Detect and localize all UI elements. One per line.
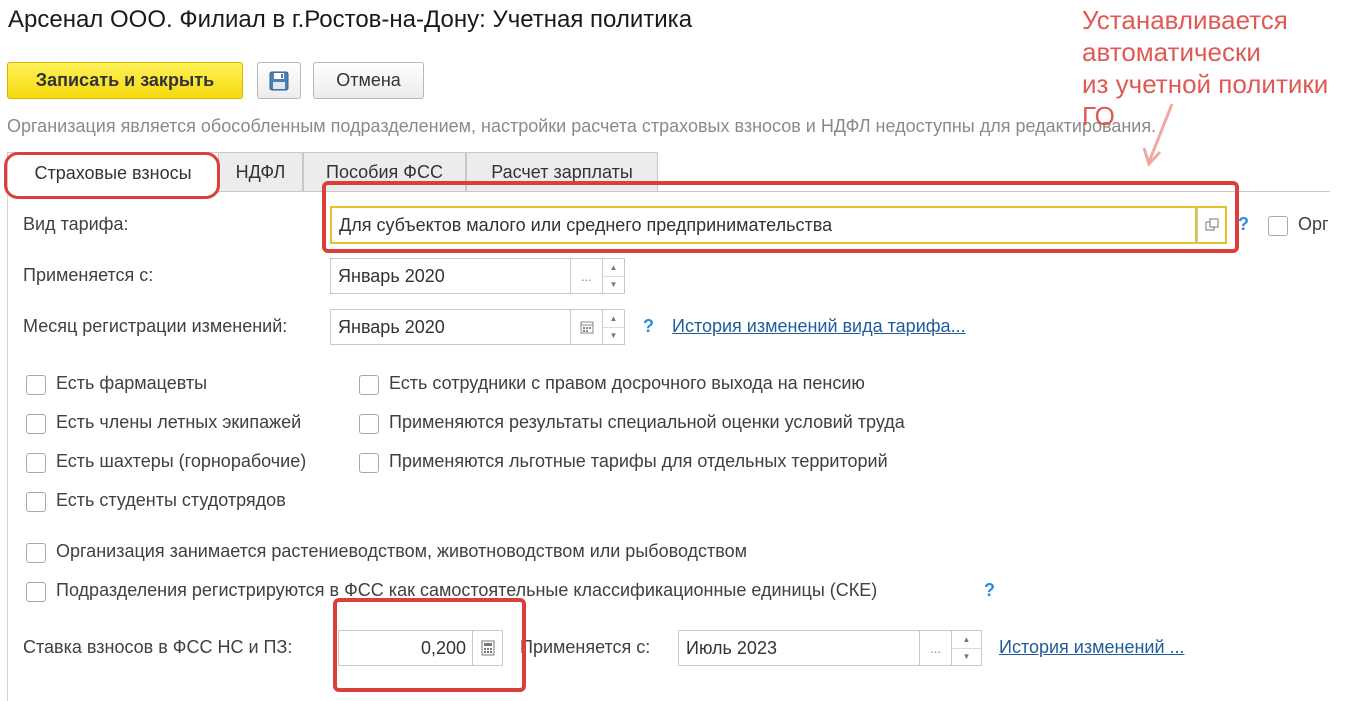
checkbox-label: Есть шахтеры (горнорабочие) xyxy=(56,451,307,471)
tab-ndfl[interactable]: НДФЛ xyxy=(218,152,303,192)
stepper-down-icon[interactable]: ▼ xyxy=(603,328,624,345)
annotation-line: ГО xyxy=(1082,101,1115,131)
checkbox-label: Организация занимается растениеводством,… xyxy=(56,541,748,561)
fss-history-link[interactable]: История изменений ... xyxy=(999,637,1185,658)
registration-month-stepper[interactable]: ▲ ▼ xyxy=(603,309,625,345)
tariff-history-link[interactable]: История изменений вида тарифа... xyxy=(672,316,966,337)
checkbox-label: Есть фармацевты xyxy=(56,373,208,393)
annotation-text: Устанавливается автоматически из учетной… xyxy=(1082,4,1328,132)
checkbox-agriculture[interactable] xyxy=(26,543,46,563)
stepper-down-icon[interactable]: ▼ xyxy=(603,277,624,294)
cancel-button[interactable]: Отмена xyxy=(313,62,424,99)
checkbox-label: Применяются льготные тарифы для отдельны… xyxy=(389,451,888,471)
annotation-arrow xyxy=(1142,103,1174,167)
fss-applies-field[interactable]: Июль 2023 xyxy=(678,630,920,666)
stepper-up-icon[interactable]: ▲ xyxy=(603,259,624,277)
fss-applies-select-button[interactable]: ... xyxy=(920,630,952,666)
registration-month-label: Месяц регистрации изменений: xyxy=(23,316,288,336)
checkbox-label: Есть сотрудники с правом досрочного выхо… xyxy=(389,373,865,393)
applies-from-label: Применяется с: xyxy=(23,265,154,285)
annotation-highlight-tariff xyxy=(322,181,1239,253)
checkbox-preferential-territories[interactable] xyxy=(359,453,379,473)
fss-rate-label: Ставка взносов в ФСС НС и ПЗ: xyxy=(23,637,293,657)
registration-help-icon[interactable]: ? xyxy=(643,316,654,337)
stepper-up-icon[interactable]: ▲ xyxy=(952,631,981,649)
registration-month-field[interactable]: Январь 2020 xyxy=(330,309,571,345)
annotation-highlight-tab xyxy=(4,152,220,199)
checkbox-ske[interactable] xyxy=(26,582,46,602)
checkbox-label: Есть члены летных экипажей xyxy=(56,412,302,432)
applies-from-select-button[interactable]: ... xyxy=(571,258,603,294)
tariff-help-icon[interactable]: ? xyxy=(1238,214,1249,235)
tariff-label: Вид тарифа: xyxy=(23,214,129,234)
save-and-close-button[interactable]: Записать и закрыть xyxy=(7,62,243,99)
fss-applies-label: Применяется с: xyxy=(520,637,651,657)
extra-checkbox[interactable] xyxy=(1268,216,1288,236)
ske-help-icon[interactable]: ? xyxy=(984,580,995,601)
fss-applies-stepper[interactable]: ▲ ▼ xyxy=(952,630,982,666)
floppy-disk-icon xyxy=(269,71,289,90)
info-message: Организация является обособленным подраз… xyxy=(7,116,1157,136)
extra-checkbox-label: Орг xyxy=(1298,214,1329,234)
calendar-icon xyxy=(580,321,593,334)
stepper-up-icon[interactable]: ▲ xyxy=(603,310,624,328)
checkbox-label: Есть студенты студотрядов xyxy=(56,490,286,510)
checkbox-special-assessment[interactable] xyxy=(359,414,379,434)
annotation-line: из учетной политики xyxy=(1082,69,1329,99)
page-title: Арсенал ООО. Филиал в г.Ростов-на-Дону: … xyxy=(8,6,693,33)
applies-from-field[interactable]: Январь 2020 xyxy=(330,258,571,294)
annotation-line: Устанавливается xyxy=(1082,5,1288,35)
stepper-down-icon[interactable]: ▼ xyxy=(952,649,981,666)
applies-from-stepper[interactable]: ▲ ▼ xyxy=(603,258,625,294)
checkbox-students[interactable] xyxy=(26,492,46,512)
save-button[interactable] xyxy=(257,62,301,99)
checkbox-label: Применяются результаты специальной оценк… xyxy=(389,412,905,432)
annotation-line: автоматически xyxy=(1082,37,1261,67)
annotation-highlight-rate xyxy=(333,598,526,692)
checkbox-miners[interactable] xyxy=(26,453,46,473)
checkbox-pharmacists[interactable] xyxy=(26,375,46,395)
checkbox-early-retirement[interactable] xyxy=(359,375,379,395)
checkbox-flight-crew[interactable] xyxy=(26,414,46,434)
panel-border xyxy=(7,191,8,701)
calendar-button[interactable] xyxy=(571,309,603,345)
